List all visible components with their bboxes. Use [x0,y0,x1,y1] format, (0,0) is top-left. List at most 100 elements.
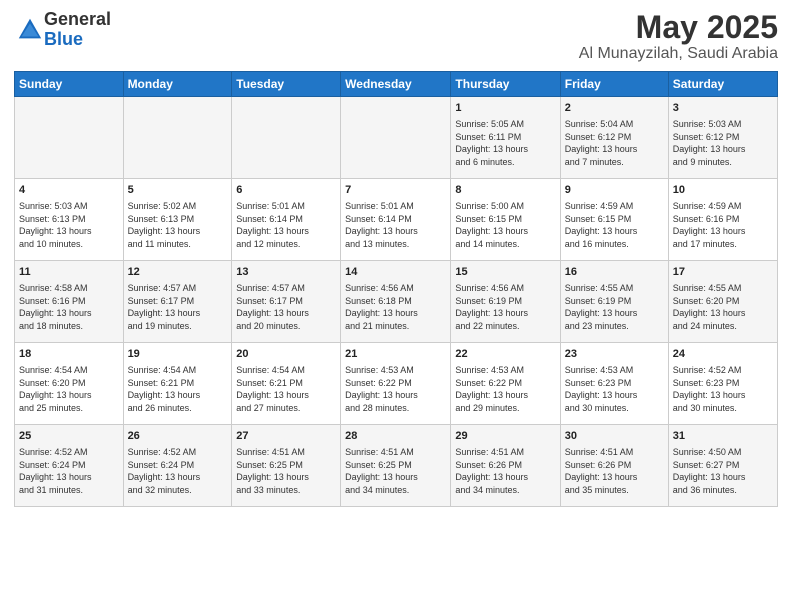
col-sunday: Sunday [15,72,124,97]
logo-blue: Blue [44,29,83,49]
day-info: Sunrise: 4:53 AM Sunset: 6:23 PM Dayligh… [565,364,664,414]
calendar-cell: 16Sunrise: 4:55 AM Sunset: 6:19 PM Dayli… [560,261,668,343]
calendar-header-row: Sunday Monday Tuesday Wednesday Thursday… [15,72,778,97]
day-info: Sunrise: 4:59 AM Sunset: 6:15 PM Dayligh… [565,200,664,250]
day-number: 4 [19,183,119,198]
day-number: 15 [455,265,555,280]
col-saturday: Saturday [668,72,777,97]
calendar-cell: 23 Sunrise: 4:53 AM Sunset: 6:23 PM Dayli… [560,343,668,425]
calendar-cell [341,97,451,179]
logo-icon [16,16,44,44]
day-number: 13 [236,265,336,280]
day-info: Sunrise: 5:01 AM Sunset: 6:14 PM Dayligh… [345,200,446,250]
calendar-cell: 12Sunrise: 4:57 AM Sunset: 6:17 PM Dayli… [123,261,232,343]
calendar-cell: 22 Sunrise: 4:53 AM Sunset: 6:22 PM Dayli… [451,343,560,425]
day-info: Sunrise: 5:00 AM Sunset: 6:15 PM Dayligh… [455,200,555,250]
day-info: Sunrise: 4:56 AM Sunset: 6:19 PM Dayligh… [455,282,555,332]
calendar-cell: 13 Sunrise: 4:57 AM Sunset: 6:17 PM Dayli… [232,261,341,343]
day-number: 31 [673,429,773,444]
day-number: 10 [673,183,773,198]
calendar-cell: 15 Sunrise: 4:56 AM Sunset: 6:19 PM Dayli… [451,261,560,343]
calendar-cell: 25 Sunrise: 4:52 AM Sunset: 6:24 PM Dayli… [15,425,124,507]
logo-text: General Blue [44,10,111,50]
day-number: 20 [236,347,336,362]
day-info: Sunrise: 4:54 AM Sunset: 6:21 PM Dayligh… [236,364,336,414]
calendar-cell: 1 Sunrise: 5:05 AM Sunset: 6:11 PM Daylig… [451,97,560,179]
calendar-cell [15,97,124,179]
main-title: May 2025 [579,10,778,45]
day-number: 21 [345,347,446,362]
day-number: 12 [128,265,228,280]
col-tuesday: Tuesday [232,72,341,97]
day-info: Sunrise: 4:54 AM Sunset: 6:21 PM Dayligh… [128,364,228,414]
calendar-cell: 8 Sunrise: 5:00 AM Sunset: 6:15 PM Daylig… [451,179,560,261]
calendar-cell: 14 Sunrise: 4:56 AM Sunset: 6:18 PM Dayli… [341,261,451,343]
day-info: Sunrise: 4:54 AM Sunset: 6:20 PM Dayligh… [19,364,119,414]
calendar-cell: 30 Sunrise: 4:51 AM Sunset: 6:26 PM Dayli… [560,425,668,507]
day-info: Sunrise: 4:53 AM Sunset: 6:22 PM Dayligh… [455,364,555,414]
calendar-week-0: 1 Sunrise: 5:05 AM Sunset: 6:11 PM Daylig… [15,97,778,179]
day-number: 26 [128,429,228,444]
calendar-week-1: 4 Sunrise: 5:03 AM Sunset: 6:13 PM Daylig… [15,179,778,261]
col-monday: Monday [123,72,232,97]
day-number: 14 [345,265,446,280]
calendar-cell: 18 Sunrise: 4:54 AM Sunset: 6:20 PM Dayli… [15,343,124,425]
day-number: 24 [673,347,773,362]
day-info: Sunrise: 4:58 AM Sunset: 6:16 PM Dayligh… [19,282,119,332]
calendar-week-2: 11Sunrise: 4:58 AM Sunset: 6:16 PM Dayli… [15,261,778,343]
day-info: Sunrise: 4:57 AM Sunset: 6:17 PM Dayligh… [236,282,336,332]
calendar-cell: 11Sunrise: 4:58 AM Sunset: 6:16 PM Dayli… [15,261,124,343]
day-number: 30 [565,429,664,444]
col-thursday: Thursday [451,72,560,97]
title-area: May 2025 Al Munayzilah, Saudi Arabia [579,10,778,63]
day-number: 8 [455,183,555,198]
day-number: 7 [345,183,446,198]
calendar-week-3: 18 Sunrise: 4:54 AM Sunset: 6:20 PM Dayli… [15,343,778,425]
calendar-cell: 31 Sunrise: 4:50 AM Sunset: 6:27 PM Dayli… [668,425,777,507]
logo-general: General [44,9,111,29]
logo: General Blue [14,10,111,50]
day-number: 25 [19,429,119,444]
calendar-table: Sunday Monday Tuesday Wednesday Thursday… [14,71,778,507]
calendar-cell: 19Sunrise: 4:54 AM Sunset: 6:21 PM Dayli… [123,343,232,425]
calendar-cell: 27 Sunrise: 4:51 AM Sunset: 6:25 PM Dayli… [232,425,341,507]
day-info: Sunrise: 5:05 AM Sunset: 6:11 PM Dayligh… [455,118,555,168]
day-info: Sunrise: 5:03 AM Sunset: 6:13 PM Dayligh… [19,200,119,250]
subtitle: Al Munayzilah, Saudi Arabia [579,45,778,63]
day-number: 3 [673,101,773,116]
day-info: Sunrise: 4:52 AM Sunset: 6:23 PM Dayligh… [673,364,773,414]
day-info: Sunrise: 4:56 AM Sunset: 6:18 PM Dayligh… [345,282,446,332]
day-number: 9 [565,183,664,198]
day-info: Sunrise: 5:03 AM Sunset: 6:12 PM Dayligh… [673,118,773,168]
day-info: Sunrise: 4:52 AM Sunset: 6:24 PM Dayligh… [19,446,119,496]
day-info: Sunrise: 4:51 AM Sunset: 6:25 PM Dayligh… [236,446,336,496]
header: General Blue May 2025 Al Munayzilah, Sau… [14,10,778,63]
day-info: Sunrise: 4:51 AM Sunset: 6:25 PM Dayligh… [345,446,446,496]
calendar-cell: 5Sunrise: 5:02 AM Sunset: 6:13 PM Daylig… [123,179,232,261]
calendar-cell: 20 Sunrise: 4:54 AM Sunset: 6:21 PM Dayli… [232,343,341,425]
day-number: 2 [565,101,664,116]
calendar-week-4: 25 Sunrise: 4:52 AM Sunset: 6:24 PM Dayli… [15,425,778,507]
day-number: 17 [673,265,773,280]
calendar-cell: 10 Sunrise: 4:59 AM Sunset: 6:16 PM Dayli… [668,179,777,261]
day-info: Sunrise: 4:52 AM Sunset: 6:24 PM Dayligh… [128,446,228,496]
day-number: 29 [455,429,555,444]
day-number: 1 [455,101,555,116]
day-number: 18 [19,347,119,362]
calendar-cell: 24 Sunrise: 4:52 AM Sunset: 6:23 PM Dayli… [668,343,777,425]
day-number: 23 [565,347,664,362]
day-info: Sunrise: 4:51 AM Sunset: 6:26 PM Dayligh… [565,446,664,496]
day-number: 27 [236,429,336,444]
day-number: 5 [128,183,228,198]
calendar-cell: 29Sunrise: 4:51 AM Sunset: 6:26 PM Dayli… [451,425,560,507]
day-info: Sunrise: 4:59 AM Sunset: 6:16 PM Dayligh… [673,200,773,250]
day-info: Sunrise: 4:55 AM Sunset: 6:20 PM Dayligh… [673,282,773,332]
day-info: Sunrise: 4:53 AM Sunset: 6:22 PM Dayligh… [345,364,446,414]
day-number: 22 [455,347,555,362]
day-info: Sunrise: 5:04 AM Sunset: 6:12 PM Dayligh… [565,118,664,168]
day-info: Sunrise: 4:50 AM Sunset: 6:27 PM Dayligh… [673,446,773,496]
day-number: 28 [345,429,446,444]
col-wednesday: Wednesday [341,72,451,97]
calendar-cell: 6Sunrise: 5:01 AM Sunset: 6:14 PM Daylig… [232,179,341,261]
calendar-cell [123,97,232,179]
